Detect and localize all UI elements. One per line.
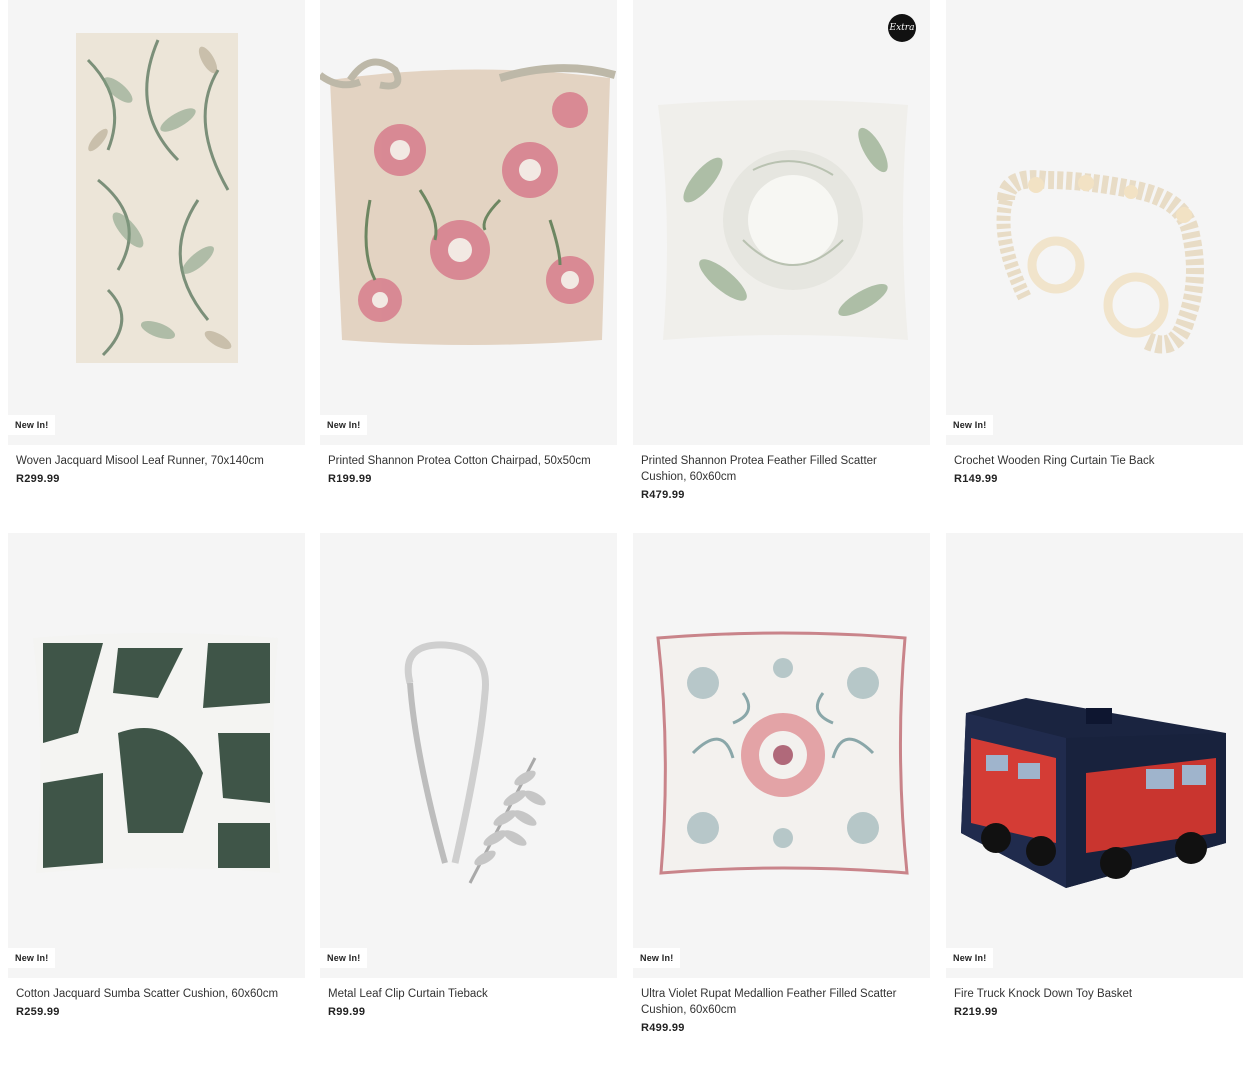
product-price: R99.99 — [328, 1006, 366, 1018]
product-image[interactable]: New In! — [8, 533, 305, 978]
product-price: R149.99 — [954, 473, 998, 485]
product-image[interactable]: New In! — [320, 533, 617, 978]
product-image[interactable]: Extra — [633, 0, 930, 445]
product-price: R479.99 — [641, 489, 685, 501]
product-price: R299.99 — [16, 473, 60, 485]
new-in-badge: New In! — [8, 948, 56, 968]
crochet-tieback-image — [996, 170, 1204, 354]
new-in-badge: New In! — [946, 415, 994, 435]
product-image[interactable]: New In! — [946, 533, 1243, 978]
new-in-badge: New In! — [946, 948, 994, 968]
product-price: R219.99 — [954, 1006, 998, 1018]
new-in-badge: New In! — [633, 948, 681, 968]
product-price: R259.99 — [16, 1006, 60, 1018]
product-image[interactable]: New In! — [8, 0, 305, 445]
protea-cushion-image — [658, 100, 908, 340]
metal-tieback-image — [404, 641, 546, 884]
product-image[interactable]: New In! — [633, 533, 930, 978]
extra-badge: Extra — [888, 14, 916, 42]
product-image[interactable]: New In! — [320, 0, 617, 445]
leaf-runner-image — [76, 33, 238, 363]
product-image[interactable]: New In! — [946, 0, 1243, 445]
product-title[interactable]: Crochet Wooden Ring Curtain Tie Back — [954, 453, 1224, 469]
product-title[interactable]: Ultra Violet Rupat Medallion Feather Fil… — [641, 986, 911, 1018]
sumba-cushion-image — [33, 633, 280, 873]
product-title[interactable]: Printed Shannon Protea Cotton Chairpad, … — [328, 453, 598, 469]
product-grid: New In! Woven Jacquard Misool Leaf Runne… — [0, 0, 1250, 1065]
product-price: R199.99 — [328, 473, 372, 485]
product-title[interactable]: Fire Truck Knock Down Toy Basket — [954, 986, 1224, 1002]
medallion-cushion-image — [656, 631, 909, 875]
product-title[interactable]: Metal Leaf Clip Curtain Tieback — [328, 986, 598, 1002]
new-in-badge: New In! — [8, 415, 56, 435]
product-title[interactable]: Printed Shannon Protea Feather Filled Sc… — [641, 453, 911, 485]
product-price: R499.99 — [641, 1022, 685, 1034]
fire-truck-basket-image — [961, 698, 1226, 888]
protea-chairpad-image — [320, 58, 617, 345]
new-in-badge: New In! — [320, 948, 368, 968]
product-title[interactable]: Cotton Jacquard Sumba Scatter Cushion, 6… — [16, 986, 286, 1002]
product-title[interactable]: Woven Jacquard Misool Leaf Runner, 70x14… — [16, 453, 286, 469]
new-in-badge: New In! — [320, 415, 368, 435]
